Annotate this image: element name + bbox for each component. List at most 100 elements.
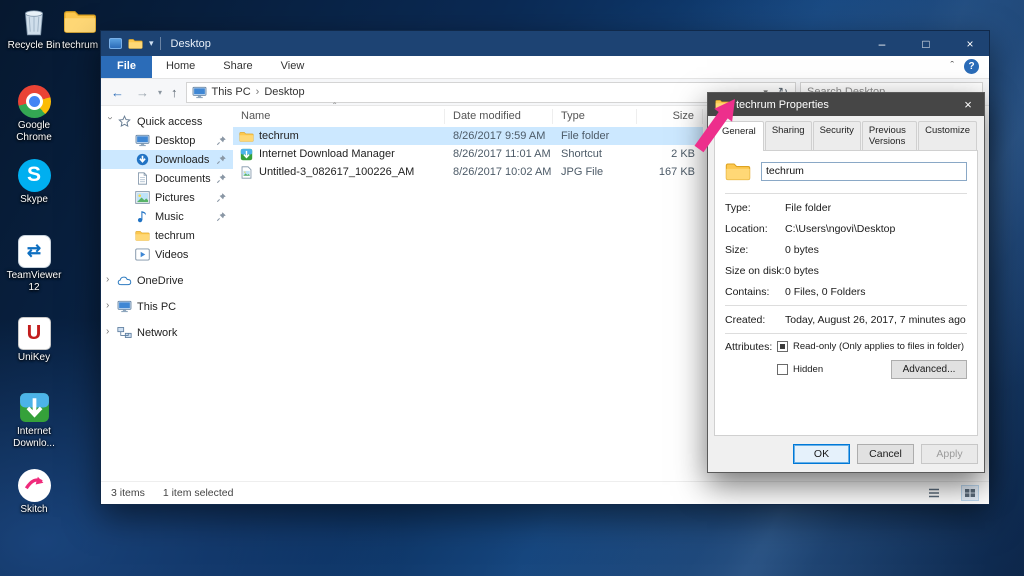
ribbon-tab-view[interactable]: View bbox=[267, 56, 319, 78]
pin-icon bbox=[216, 135, 227, 146]
ribbon-tab-home[interactable]: Home bbox=[152, 56, 209, 78]
column-header-date-modified[interactable]: Date modified bbox=[445, 109, 553, 124]
navigation-pane: › Quick access Desktop Downloads Documen bbox=[101, 106, 233, 481]
tab-sharing[interactable]: Sharing bbox=[765, 121, 812, 150]
sidebar-item-network[interactable]: › Network bbox=[101, 323, 233, 342]
file-row-techrum[interactable]: techrum 8/26/2017 9:59 AM File folder bbox=[233, 127, 703, 145]
desktop-icon-teamviewer[interactable]: ⇄ TeamViewer 12 bbox=[6, 234, 62, 294]
chevron-collapsed-icon[interactable]: › bbox=[106, 300, 114, 311]
details-view-button[interactable] bbox=[925, 485, 943, 501]
idm-shortcut-icon bbox=[239, 148, 254, 161]
chrome-icon bbox=[18, 84, 51, 118]
skitch-icon bbox=[18, 468, 51, 502]
desktop-icon-unikey[interactable]: U UniKey bbox=[6, 316, 62, 364]
dialog-title: techrum Properties bbox=[736, 99, 829, 111]
tab-general[interactable]: General bbox=[714, 121, 764, 151]
file-row-internet-download-manager[interactable]: Internet Download Manager 8/26/2017 11:0… bbox=[233, 145, 703, 163]
sidebar-item-this-pc[interactable]: › This PC bbox=[101, 297, 233, 316]
folder-icon bbox=[725, 160, 751, 182]
thumbnails-view-button[interactable] bbox=[961, 485, 979, 501]
videos-icon bbox=[135, 248, 150, 261]
desktop[interactable]: Recycle Bin techrum Google Chrome S Skyp… bbox=[0, 0, 1024, 576]
sidebar-item-videos[interactable]: Videos bbox=[101, 245, 233, 264]
desktop-icon-google-chrome[interactable]: Google Chrome bbox=[6, 84, 62, 144]
file-row-untitled-jpg[interactable]: Untitled-3_082617_100226_AM 8/26/2017 10… bbox=[233, 163, 703, 181]
breadcrumb-desktop[interactable]: Desktop bbox=[264, 86, 304, 98]
sidebar-item-pictures[interactable]: Pictures bbox=[101, 188, 233, 207]
folder-icon bbox=[239, 130, 254, 143]
readonly-label: Read-only (Only applies to files in fold… bbox=[793, 341, 964, 352]
tab-customize[interactable]: Customize bbox=[918, 121, 977, 150]
tab-security[interactable]: Security bbox=[813, 121, 861, 150]
column-header-name[interactable]: Name bbox=[233, 109, 445, 124]
desktop-icon-skitch[interactable]: Skitch bbox=[6, 468, 62, 516]
file-size: 167 KB bbox=[637, 166, 703, 178]
qat-dropdown-icon[interactable]: ▾ bbox=[149, 38, 154, 49]
pin-icon bbox=[216, 154, 227, 165]
sidebar-item-documents[interactable]: Documents bbox=[101, 169, 233, 188]
contains-label: Contains: bbox=[725, 286, 785, 298]
dialog-tabs: General Sharing Security Previous Versio… bbox=[708, 116, 984, 150]
dialog-close-button[interactable]: × bbox=[952, 93, 984, 116]
sidebar-item-quick-access[interactable]: › Quick access bbox=[101, 112, 233, 131]
file-date: 8/26/2017 9:59 AM bbox=[445, 130, 553, 142]
ribbon-expand-icon[interactable]: ˆ bbox=[940, 56, 964, 78]
up-button[interactable]: ↑ bbox=[167, 85, 182, 100]
quick-access-folder-icon[interactable] bbox=[128, 37, 143, 50]
separator bbox=[725, 193, 967, 194]
back-button[interactable]: ← bbox=[107, 85, 128, 100]
tab-previous-versions[interactable]: Previous Versions bbox=[862, 121, 917, 150]
skype-icon: S bbox=[18, 158, 51, 192]
downloads-icon bbox=[135, 153, 150, 166]
sidebar-item-music[interactable]: Music bbox=[101, 207, 233, 226]
advanced-button[interactable]: Advanced... bbox=[891, 360, 967, 379]
sidebar-item-onedrive[interactable]: › OneDrive bbox=[101, 271, 233, 290]
chevron-expanded-icon[interactable]: › bbox=[105, 117, 116, 125]
attributes-label: Attributes: bbox=[725, 341, 777, 353]
readonly-checkbox[interactable] bbox=[777, 341, 788, 352]
column-header-size[interactable]: Size bbox=[637, 109, 703, 124]
ok-button[interactable]: OK bbox=[793, 444, 850, 464]
apply-button[interactable]: Apply bbox=[921, 444, 978, 464]
address-bar[interactable]: This PC › Desktop ▾ ↻ bbox=[186, 82, 796, 103]
pictures-icon bbox=[135, 191, 150, 204]
ribbon-tab-share[interactable]: Share bbox=[209, 56, 266, 78]
sidebar-item-techrum[interactable]: techrum bbox=[101, 226, 233, 245]
chevron-collapsed-icon[interactable]: › bbox=[106, 274, 114, 285]
desktop-icon-skype[interactable]: S Skype bbox=[6, 158, 62, 206]
minimize-button[interactable]: – bbox=[863, 31, 901, 56]
desktop-icon-techrum[interactable]: techrum bbox=[56, 4, 104, 52]
breadcrumb-this-pc[interactable]: This PC bbox=[212, 86, 251, 98]
file-type: Shortcut bbox=[553, 148, 637, 160]
properties-dialog: techrum Properties × General Sharing Sec… bbox=[707, 92, 985, 473]
maximize-button[interactable]: □ bbox=[907, 31, 945, 56]
folder-icon bbox=[63, 4, 97, 38]
chevron-collapsed-icon[interactable]: › bbox=[106, 326, 114, 337]
documents-icon bbox=[135, 172, 150, 185]
hidden-checkbox[interactable] bbox=[777, 364, 788, 375]
ribbon-tab-file[interactable]: File bbox=[101, 56, 152, 78]
sidebar-item-desktop[interactable]: Desktop bbox=[101, 131, 233, 150]
this-pc-icon bbox=[117, 300, 132, 313]
quick-access-icon bbox=[117, 115, 132, 128]
desktop-icon-recycle-bin[interactable]: Recycle Bin bbox=[6, 4, 62, 52]
sidebar-item-downloads[interactable]: Downloads bbox=[101, 150, 233, 169]
music-icon bbox=[135, 210, 150, 223]
unikey-icon: U bbox=[18, 316, 51, 350]
help-icon[interactable]: ? bbox=[964, 59, 979, 74]
desktop-icon-idm[interactable]: Internet Downlo... bbox=[6, 390, 62, 450]
forward-button[interactable]: → bbox=[132, 85, 153, 100]
general-tab-panel: Type:File folder Location:C:\Users\ngovi… bbox=[714, 150, 978, 436]
recent-locations-dropdown-icon[interactable]: ▾ bbox=[157, 88, 163, 97]
cancel-button[interactable]: Cancel bbox=[857, 444, 914, 464]
pin-icon bbox=[216, 173, 227, 184]
created-value: Today, August 26, 2017, 7 minutes ago bbox=[785, 314, 967, 326]
created-label: Created: bbox=[725, 314, 785, 326]
file-name: Untitled-3_082617_100226_AM bbox=[259, 166, 414, 178]
onedrive-icon bbox=[117, 274, 132, 287]
column-header-type[interactable]: Type bbox=[553, 109, 637, 124]
separator bbox=[725, 305, 967, 306]
close-button[interactable]: × bbox=[951, 31, 989, 56]
explorer-system-icon[interactable] bbox=[109, 38, 122, 49]
folder-name-input[interactable] bbox=[761, 162, 967, 181]
